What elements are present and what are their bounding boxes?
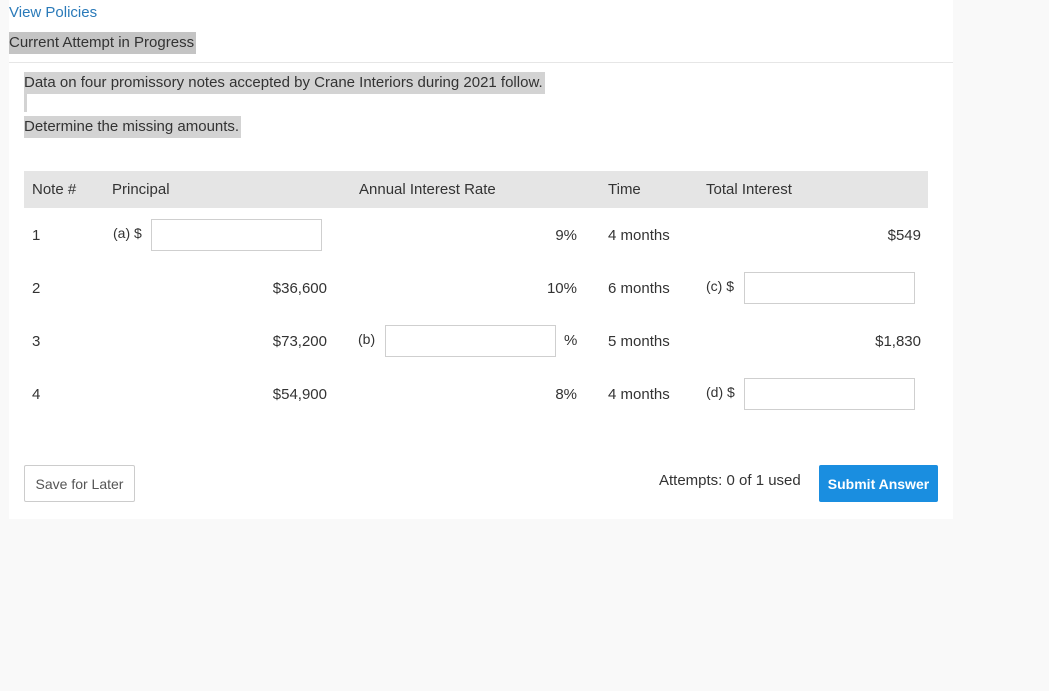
header-interest: Total Interest [706, 181, 792, 198]
note-number: 1 [32, 227, 41, 244]
highlight-bar [24, 94, 27, 112]
interest-prefix-d: (d) $ [706, 384, 735, 400]
principal-value: $73,200 [272, 333, 327, 350]
question-instruction: Determine the missing amounts. [24, 116, 242, 138]
principal-input-a[interactable] [151, 219, 322, 251]
attempts-counter: Attempts: 0 of 1 used [659, 472, 801, 489]
note-number: 4 [32, 386, 41, 403]
view-policies-link[interactable]: View Policies [9, 4, 97, 21]
note-number: 2 [32, 280, 41, 297]
header-rate: Annual Interest Rate [359, 181, 496, 198]
time-value: 6 months [608, 280, 670, 297]
principal-value: $54,900 [272, 386, 327, 403]
rate-prefix-b: (b) [358, 331, 376, 347]
rate-suffix: % [564, 332, 578, 349]
interest-value: $1,830 [875, 333, 921, 350]
save-for-later-button[interactable]: Save for Later [24, 465, 135, 502]
question-text: Data on four promissory notes accepted b… [24, 72, 545, 94]
interest-input-d[interactable] [744, 378, 915, 410]
principal-value: $36,600 [272, 280, 327, 297]
time-value: 4 months [608, 386, 670, 403]
table-header: Note # Principal Annual Interest Rate Ti… [24, 171, 928, 208]
header-note: Note # [32, 181, 77, 198]
divider [9, 62, 953, 63]
rate-value: 10% [546, 280, 577, 297]
rate-value: 9% [555, 227, 577, 244]
interest-value: $549 [887, 227, 921, 244]
header-principal: Principal [112, 181, 170, 198]
rate-input-b[interactable] [385, 325, 556, 357]
rate-value: 8% [555, 386, 577, 403]
attempt-status-banner: Current Attempt in Progress [9, 32, 197, 54]
note-number: 3 [32, 333, 41, 350]
principal-prefix-a: (a) $ [113, 225, 142, 241]
header-time: Time [608, 181, 641, 198]
interest-input-c[interactable] [744, 272, 915, 304]
submit-answer-button[interactable]: Submit Answer [819, 465, 938, 502]
time-value: 4 months [608, 227, 670, 244]
interest-prefix-c: (c) $ [706, 278, 734, 294]
time-value: 5 months [608, 333, 670, 350]
